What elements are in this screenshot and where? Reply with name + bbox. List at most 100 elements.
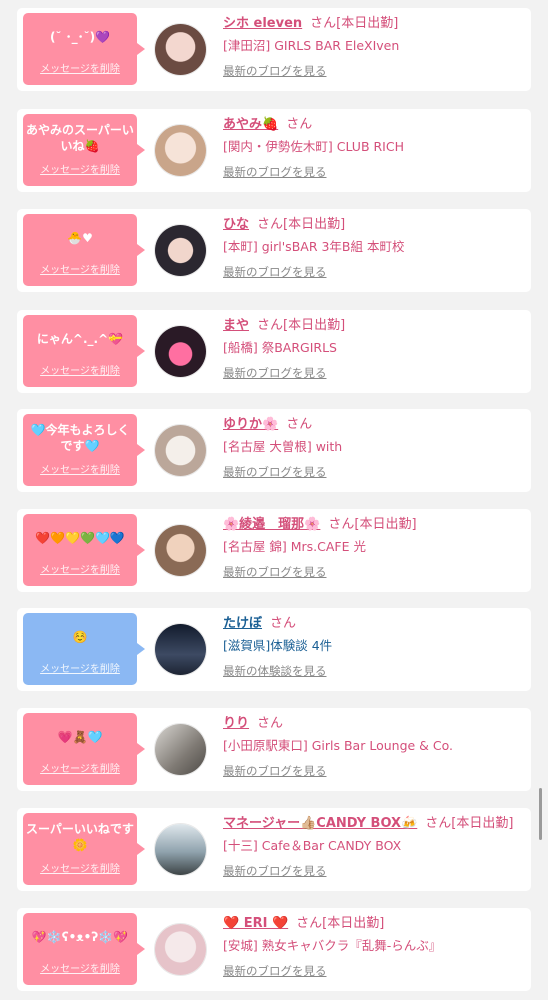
latest-post-link[interactable]: 最新のブログを見る (223, 164, 327, 180)
avatar-photo-icon (155, 924, 206, 975)
shop-name: [小田原駅東口] Girls Bar Lounge & Co. (223, 738, 454, 753)
sender-info: シホ eleven さん[本日出勤] [津田沼] GIRLS BAR EleXIve… (223, 15, 527, 79)
message-bubble: 💗🧸🩵 メッセージを削除 (23, 713, 145, 785)
sender-info: たけぼ さん [滋賀県]体験談 4件 最新の体験談を見る (223, 615, 527, 679)
sender-info: マネージャー👍🏼CANDY BOX🍻 さん[本日出勤] [十三] Cafe＆Bar … (223, 815, 527, 879)
latest-post-link[interactable]: 最新のブログを見る (223, 963, 327, 979)
avatar[interactable] (154, 823, 207, 876)
message-bubble: ❤️🧡💛💚🩵💙 メッセージを削除 (23, 514, 145, 586)
latest-post-link[interactable]: 最新のブログを見る (223, 763, 327, 779)
sender-honorific: さん[本日出勤] (257, 217, 346, 232)
message-text: ☺️ (72, 630, 88, 644)
sender-name-link[interactable]: まや (223, 318, 249, 333)
message-card: スーパーいいねです🌼 メッセージを削除 マネージャー👍🏼CANDY BOX🍻 さん[本… (17, 808, 531, 891)
latest-post-link[interactable]: 最新のブログを見る (223, 564, 327, 580)
name-line: ゆりか🌸 さん (223, 416, 527, 434)
sender-honorific: さん[本日出勤] (328, 517, 417, 532)
delete-message-link[interactable]: メッセージを削除 (23, 261, 137, 276)
sender-name-link[interactable]: シホ eleven (223, 16, 302, 31)
name-line: あやみ🍓 さん (223, 116, 527, 134)
sender-info: りり さん [小田原駅東口] Girls Bar Lounge & Co. 最新のブロ… (223, 715, 527, 779)
message-bubble: (˘ ･_･˘)💜 メッセージを削除 (23, 13, 145, 85)
sender-info: ❤️ ERI ❤️ さん[本日出勤] [安城] 熟女キャバクラ『乱舞-らんぶ』 最新の… (223, 915, 527, 979)
sender-name-link[interactable]: あやみ🍓 (223, 117, 278, 132)
message-card: 💗🧸🩵 メッセージを削除 りり さん [小田原駅東口] Girls Bar Lounge… (17, 708, 531, 791)
sender-name-link[interactable]: ゆりか🌸 (223, 417, 278, 432)
avatar[interactable] (154, 723, 207, 776)
delete-message-link[interactable]: メッセージを削除 (23, 161, 137, 176)
sender-info: 🌸綾邉 瑠那🌸 さん[本日出勤] [名古屋 錦] Mrs.CAFE 光最新のブログを… (223, 516, 527, 580)
avatar[interactable] (154, 325, 207, 378)
message-card: (˘ ･_･˘)💜 メッセージを削除 シホ eleven さん[本日出勤] [津田沼] … (17, 8, 531, 91)
delete-message-link[interactable]: メッセージを削除 (23, 860, 137, 875)
sender-honorific: さん (270, 616, 297, 631)
sender-info: ひな さん[本日出勤] [本町] girl'sBAR 3年B組 本町校 最新のブログを… (223, 216, 527, 280)
message-bubble: 🩵今年もよろしくです🩵 メッセージを削除 (23, 414, 145, 486)
sender-honorific: さん[本日出勤] (257, 318, 346, 333)
name-line: マネージャー👍🏼CANDY BOX🍻 さん[本日出勤] (223, 815, 527, 833)
sender-info: あやみ🍓 さん [関内・伊勢佐木町] CLUB RICH 最新のブログを見る (223, 116, 527, 180)
name-line: まや さん[本日出勤] (223, 317, 527, 335)
latest-post-link[interactable]: 最新の体験談を見る (223, 663, 327, 679)
latest-post-link[interactable]: 最新のブログを見る (223, 63, 327, 79)
delete-message-link[interactable]: メッセージを削除 (23, 60, 137, 75)
avatar-photo-icon (155, 724, 206, 775)
delete-message-link[interactable]: メッセージを削除 (23, 660, 137, 675)
message-bubble: ☺️ メッセージを削除 (23, 613, 145, 685)
sender-name-link[interactable]: ひな (223, 217, 249, 232)
latest-post-link[interactable]: 最新のブログを見る (223, 365, 327, 381)
avatar[interactable] (154, 623, 207, 676)
avatar-photo-icon (155, 326, 206, 377)
message-text: (˘ ･_･˘)💜 (49, 30, 111, 44)
sender-honorific: さん[本日出勤] (425, 816, 514, 831)
sender-honorific: さん (257, 716, 284, 731)
sender-honorific: さん[本日出勤] (296, 916, 385, 931)
sender-honorific: さん[本日出勤] (310, 16, 399, 31)
delete-message-link[interactable]: メッセージを削除 (23, 362, 137, 377)
sender-name-link[interactable]: りり (223, 716, 249, 731)
message-card: 🩵今年もよろしくです🩵 メッセージを削除 ゆりか🌸 さん [名古屋 大曽根] with 最… (17, 409, 531, 492)
avatar[interactable] (154, 224, 207, 277)
message-card: 🐣♥ メッセージを削除 ひな さん[本日出勤] [本町] girl'sBAR 3年B組 … (17, 209, 531, 292)
avatar[interactable] (154, 923, 207, 976)
message-bubble: 🐣♥ メッセージを削除 (23, 214, 145, 286)
sender-name-link[interactable]: たけぼ (223, 616, 262, 631)
avatar-photo-icon (155, 624, 206, 675)
latest-post-link[interactable]: 最新のブログを見る (223, 863, 327, 879)
sender-info: ゆりか🌸 さん [名古屋 大曽根] with 最新のブログを見る (223, 416, 527, 480)
sender-name-link[interactable]: マネージャー👍🏼CANDY BOX🍻 (223, 816, 417, 831)
sender-honorific: さん (286, 117, 313, 132)
avatar-photo-icon (155, 225, 206, 276)
name-line: 🌸綾邉 瑠那🌸 さん[本日出勤] (223, 516, 527, 534)
message-text: ❤️🧡💛💚🩵💙 (35, 531, 125, 545)
message-card: あやみのスーパーいいね🍓 メッセージを削除 あやみ🍓 さん [関内・伊勢佐木町] CLU… (17, 109, 531, 192)
avatar-photo-icon (155, 425, 206, 476)
message-text: 💖❄️ʕ•ᴥ•ʔ❄️💖 (31, 930, 129, 944)
avatar-photo-icon (155, 525, 206, 576)
name-line: りり さん (223, 715, 527, 733)
avatar[interactable] (154, 23, 207, 76)
delete-message-link[interactable]: メッセージを削除 (23, 760, 137, 775)
shop-name: [安城] 熟女キャバクラ『乱舞-らんぶ』 (223, 938, 442, 953)
sender-honorific: さん (286, 417, 313, 432)
message-bubble: あやみのスーパーいいね🍓 メッセージを削除 (23, 114, 145, 186)
sender-name-link[interactable]: 🌸綾邉 瑠那🌸 (223, 517, 320, 532)
sender-name-link[interactable]: ❤️ ERI ❤️ (223, 916, 288, 931)
avatar-photo-icon (155, 125, 206, 176)
delete-message-link[interactable]: メッセージを削除 (23, 561, 137, 576)
message-text: 💗🧸🩵 (57, 730, 103, 744)
shop-name: [船橋] 祭BARGIRLS (223, 340, 337, 355)
avatar[interactable] (154, 524, 207, 577)
latest-post-link[interactable]: 最新のブログを見る (223, 264, 327, 280)
shop-name: [滋賀県]体験談 4件 (223, 638, 333, 653)
avatar[interactable] (154, 424, 207, 477)
name-line: シホ eleven さん[本日出勤] (223, 15, 527, 33)
message-card: ❤️🧡💛💚🩵💙 メッセージを削除 🌸綾邉 瑠那🌸 さん[本日出勤] [名古屋 錦] Mr… (17, 509, 531, 592)
delete-message-link[interactable]: メッセージを削除 (23, 960, 137, 975)
latest-post-link[interactable]: 最新のブログを見る (223, 464, 327, 480)
delete-message-link[interactable]: メッセージを削除 (23, 461, 137, 476)
scrollbar[interactable] (539, 788, 542, 840)
message-bubble: 💖❄️ʕ•ᴥ•ʔ❄️💖 メッセージを削除 (23, 913, 145, 985)
avatar[interactable] (154, 124, 207, 177)
message-text: あやみのスーパーいいね🍓 (26, 123, 134, 153)
